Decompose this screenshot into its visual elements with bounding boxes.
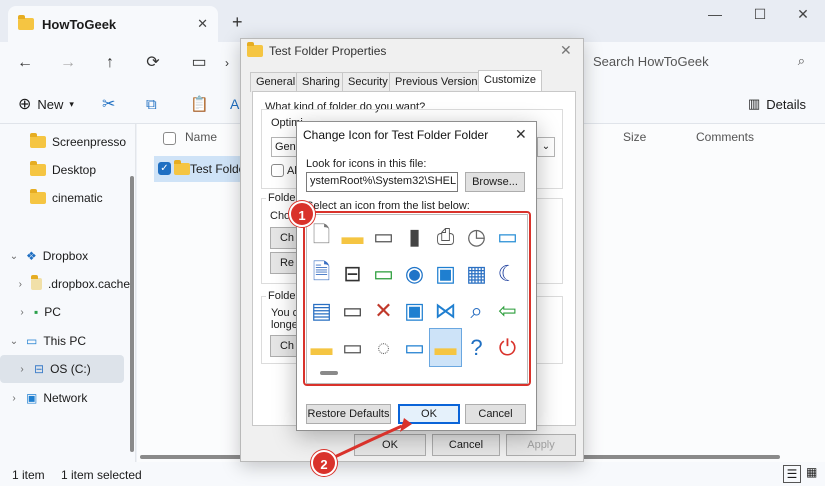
icons-desc-line2: longe <box>271 319 298 331</box>
close-icon[interactable]: ✕ <box>515 126 527 143</box>
folder-icon <box>18 15 34 30</box>
cancel-button[interactable]: Cancel <box>465 404 526 424</box>
change-icon-title: Change Icon for Test Folder Folder <box>303 128 489 142</box>
minimize-button[interactable]: — <box>695 6 735 22</box>
close-window-button[interactable]: ✕ <box>783 6 823 23</box>
icon-file-path-input[interactable]: ystemRoot%\System32\SHELL32.dll <box>306 172 458 192</box>
folder-icon <box>30 275 42 290</box>
details-label: Details <box>766 96 807 112</box>
up-button[interactable]: ↑ <box>97 50 123 76</box>
browse-button[interactable]: Browse... <box>465 172 525 192</box>
properties-title-text: Test Folder Properties <box>269 44 387 58</box>
forward-button[interactable]: → <box>55 50 81 76</box>
step-badge-1: 1 <box>289 201 315 227</box>
chevron-down-icon[interactable]: ⌄ <box>8 336 20 347</box>
checkbox-box[interactable] <box>271 164 284 177</box>
tiles-view-icon[interactable]: ▦ <box>806 465 817 479</box>
plus-icon: ⊕ <box>18 96 32 113</box>
monitor-icon: ▭ <box>26 334 38 348</box>
close-icon[interactable]: ✕ <box>560 42 572 59</box>
item-count: 1 item <box>12 468 45 482</box>
details-button[interactable]: ▥ Details <box>748 92 806 116</box>
properties-title: Test Folder Properties <box>247 42 387 58</box>
nav-item-pc[interactable]: › ▪ PC <box>0 298 130 326</box>
selection-count: 1 item selected <box>61 468 142 482</box>
tab-security[interactable]: Security <box>342 72 394 92</box>
this-pc-icon[interactable]: ▭ <box>186 50 212 76</box>
nav-label: OS (C:) <box>50 362 91 376</box>
nav-item-cinematic[interactable]: cinematic <box>0 184 130 212</box>
nav-label: This PC <box>43 334 87 348</box>
folder-icon <box>174 160 190 175</box>
chevron-right-icon[interactable]: › <box>16 307 28 318</box>
dropbox-icon: ❖ <box>26 249 37 263</box>
tab-howtogeek[interactable]: HowToGeek ✕ <box>8 6 218 42</box>
nav-label: Dropbox <box>42 249 89 263</box>
chevron-right-icon[interactable]: › <box>16 364 28 375</box>
search-icon: ⌕ <box>797 53 805 68</box>
drive-icon: ⊟ <box>34 362 45 376</box>
back-button[interactable]: ← <box>12 50 38 76</box>
folder-icon <box>30 133 46 148</box>
nav-item-desktop[interactable]: Desktop <box>0 156 130 184</box>
sidebar-scrollbar[interactable] <box>130 176 134 452</box>
nav-label: .dropbox.cache <box>47 277 130 291</box>
highlight-frame <box>303 211 531 386</box>
maximize-button[interactable]: ☐ <box>740 6 780 23</box>
paste-icon[interactable]: 📋 <box>190 92 209 116</box>
row-checkbox[interactable]: ✓ <box>158 162 171 175</box>
folder-icon <box>30 189 46 204</box>
nav-item-screenpresso[interactable]: Screenpresso <box>0 128 130 156</box>
chevron-down-icon[interactable]: ⌄ <box>537 137 555 157</box>
search-box[interactable]: Search HowToGeek ⌕ <box>583 46 815 76</box>
tab-sharing[interactable]: Sharing <box>296 72 346 92</box>
tab-general[interactable]: General <box>250 72 302 92</box>
nav-item-os-c[interactable]: › ⊟ OS (C:) <box>0 355 124 383</box>
folder-icon <box>30 161 46 176</box>
details-pane-icon: ▥ <box>748 96 761 111</box>
cut-icon[interactable]: ✂ <box>102 92 115 116</box>
nav-label: PC <box>44 305 61 319</box>
select-all-checkbox[interactable] <box>163 132 176 145</box>
folder-icon <box>247 42 263 57</box>
pc-folder-icon: ▪ <box>34 305 39 319</box>
step-badge-2: 2 <box>311 450 337 476</box>
chevron-right-icon[interactable]: › <box>214 50 240 76</box>
network-icon: ▣ <box>26 391 38 405</box>
column-header-comments[interactable]: Comments <box>696 130 754 144</box>
nav-item-this-pc[interactable]: ⌄ ▭ This PC <box>0 327 130 355</box>
rename-icon[interactable]: A <box>230 92 239 116</box>
nav-label: Screenpresso <box>52 135 127 149</box>
chevron-down-icon[interactable]: ⌄ <box>8 251 20 262</box>
column-header-size[interactable]: Size <box>623 130 646 144</box>
tab-previous-versions[interactable]: Previous Versions <box>389 72 490 92</box>
close-tab-icon[interactable]: ✕ <box>197 16 208 32</box>
properties-cancel-button[interactable]: Cancel <box>432 434 500 456</box>
column-header-name[interactable]: Name <box>185 130 217 144</box>
nav-label: Desktop <box>52 163 97 177</box>
refresh-button[interactable]: ⟳ <box>140 50 166 76</box>
tab-title: HowToGeek <box>42 16 117 32</box>
search-placeholder: Search HowToGeek <box>593 53 709 69</box>
nav-item-dropbox[interactable]: ⌄ ❖ Dropbox <box>0 242 130 270</box>
properties-apply-button[interactable]: Apply <box>506 434 576 456</box>
tab-strip: HowToGeek ✕ + — ☐ ✕ <box>0 0 825 42</box>
row-folder-icon <box>174 160 190 178</box>
nav-label: Network <box>43 391 88 405</box>
tab-customize[interactable]: Customize <box>478 70 542 92</box>
look-for-label: Look for icons in this file: <box>306 158 427 170</box>
nav-item-dropbox-cache[interactable]: › .dropbox.cache <box>0 270 130 298</box>
nav-label: cinematic <box>52 191 103 205</box>
new-tab-button[interactable]: + <box>232 12 243 33</box>
chevron-right-icon[interactable]: › <box>16 279 25 290</box>
copy-icon[interactable]: ⧉ <box>146 92 157 116</box>
new-label: New <box>37 96 64 112</box>
nav-item-network[interactable]: › ▣ Network <box>0 384 130 412</box>
details-view-icon[interactable]: ☰ <box>783 465 801 483</box>
new-button[interactable]: ⊕ New ▾ <box>18 92 74 116</box>
chevron-right-icon[interactable]: › <box>8 393 20 404</box>
chevron-down-icon: ▾ <box>69 98 74 109</box>
